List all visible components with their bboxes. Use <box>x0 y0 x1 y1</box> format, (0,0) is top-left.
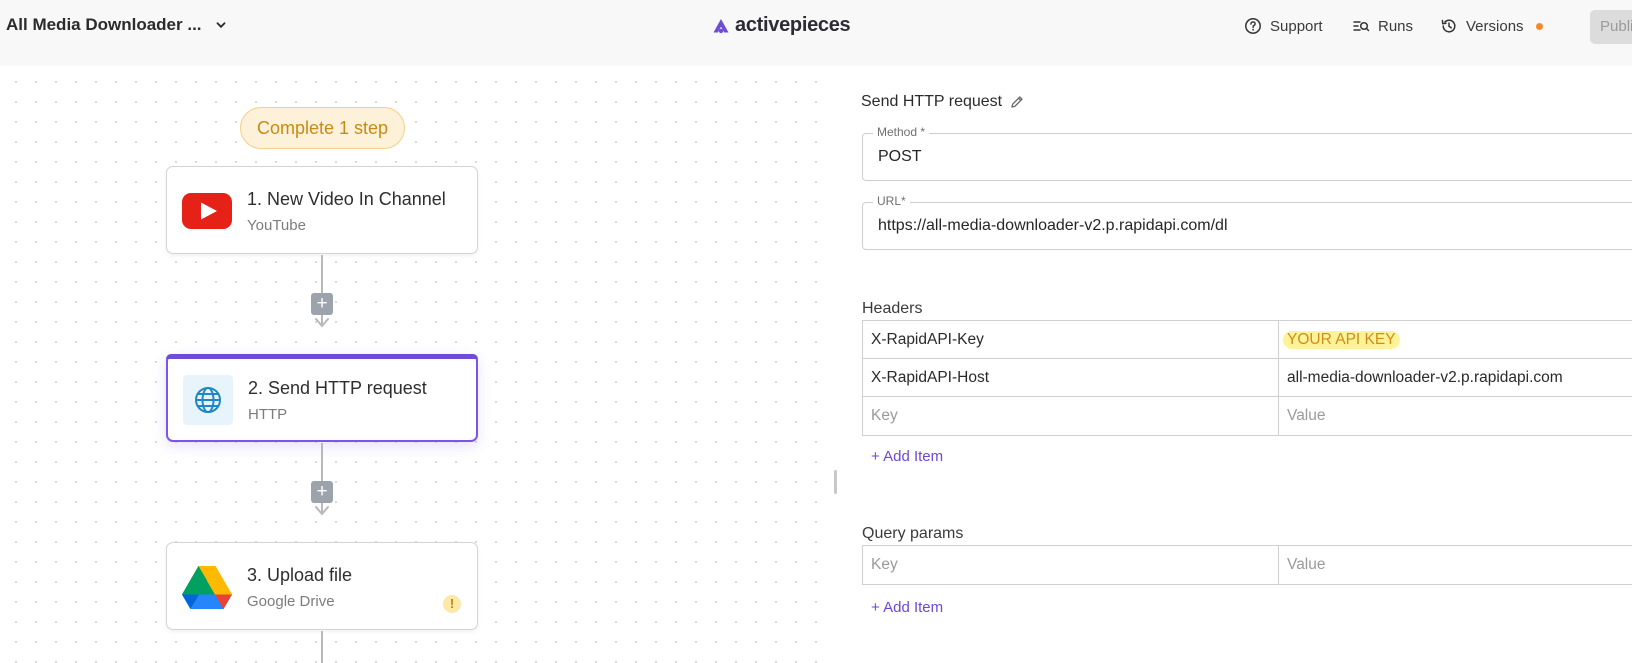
help-circle-icon <box>1245 18 1261 34</box>
method-label: Method * <box>873 125 930 139</box>
add-step-button[interactable]: + <box>311 481 333 503</box>
google-drive-icon <box>182 562 232 612</box>
method-select[interactable]: Method * POST <box>862 125 1632 181</box>
step-card-google-drive[interactable]: 3. Upload file Google Drive ! <box>166 542 478 630</box>
url-input[interactable]: URL* https://all-media-downloader-v2.p.r… <box>862 194 1632 250</box>
chevron-down-icon <box>216 22 225 29</box>
versions-notification-dot <box>1535 22 1543 30</box>
arrow-down-icon <box>315 318 329 328</box>
flow-title-dropdown[interactable]: All Media Downloader ... <box>6 15 226 35</box>
arrow-down-icon <box>315 506 329 516</box>
add-query-param-button[interactable]: + Add Item <box>871 599 943 616</box>
query-key-input[interactable]: Key <box>863 546 1279 584</box>
publish-button[interactable]: Publi <box>1590 10 1632 44</box>
method-value: POST <box>878 148 922 165</box>
brand-logo: activepieces <box>712 14 851 37</box>
connector-line <box>321 631 323 663</box>
versions-label: Versions <box>1466 17 1524 35</box>
activepieces-logo-icon <box>713 18 729 33</box>
headers-label: Headers <box>862 300 923 317</box>
panel-title: Send HTTP request <box>861 93 1003 110</box>
step-subtitle: YouTube <box>247 217 306 234</box>
add-step-button[interactable]: + <box>311 293 333 315</box>
step-card-youtube[interactable]: 1. New Video In Channel YouTube <box>166 166 478 254</box>
query-value-input[interactable]: Value <box>1279 546 1632 584</box>
step-card-http[interactable]: 2. Send HTTP request HTTP <box>166 354 478 442</box>
header-value-input[interactable]: YOUR API KEY <box>1279 321 1632 358</box>
pencil-icon[interactable] <box>1010 95 1024 109</box>
header-row: X-RapidAPI-Host all-media-downloader-v2.… <box>863 359 1632 397</box>
flow-canvas[interactable]: Complete 1 step 1. New Video In Channel … <box>0 66 834 663</box>
step-title: 3. Upload file <box>247 565 353 585</box>
highlighted-value: YOUR API KEY <box>1283 331 1400 349</box>
support-button[interactable]: Support <box>1244 17 1323 35</box>
header-row-empty: Key Value <box>863 397 1632 435</box>
step-title: 2. Send HTTP request <box>248 378 427 398</box>
header-row: X-RapidAPI-Key YOUR API KEY <box>863 321 1632 359</box>
headers-table: X-RapidAPI-Key YOUR API KEY X-RapidAPI-H… <box>862 320 1632 436</box>
add-header-button[interactable]: + Add Item <box>871 448 943 465</box>
query-param-row-empty: Key Value <box>863 546 1632 584</box>
warning-icon: ! <box>443 595 461 613</box>
complete-steps-pill[interactable]: Complete 1 step <box>240 107 405 149</box>
url-label: URL* <box>873 194 910 208</box>
history-icon <box>1441 19 1456 33</box>
runs-button[interactable]: Runs <box>1352 17 1413 35</box>
panel-resize-handle[interactable] <box>834 470 837 494</box>
header-value-input[interactable]: Value <box>1279 397 1632 435</box>
support-label: Support <box>1270 17 1323 35</box>
header-key-input[interactable]: X-RapidAPI-Host <box>863 359 1279 396</box>
step-subtitle: Google Drive <box>247 593 335 610</box>
versions-button[interactable]: Versions <box>1440 17 1543 35</box>
flow-title: All Media Downloader ... <box>6 15 202 34</box>
top-bar: All Media Downloader ... activepieces Su… <box>0 0 1632 66</box>
step-settings-panel: Send HTTP request Method * POST URL* htt… <box>841 66 1632 663</box>
panel-title-row: Send HTTP request <box>861 93 1024 111</box>
runs-label: Runs <box>1378 17 1414 35</box>
step-subtitle: HTTP <box>248 406 288 423</box>
youtube-icon <box>182 186 232 236</box>
runs-list-icon <box>1353 21 1370 32</box>
header-key-input[interactable]: Key <box>863 397 1279 435</box>
query-params-label: Query params <box>862 525 964 542</box>
header-key-input[interactable]: X-RapidAPI-Key <box>863 321 1279 358</box>
query-params-table: Key Value <box>862 545 1632 585</box>
header-value-input[interactable]: all-media-downloader-v2.p.rapidapi.com <box>1279 359 1632 396</box>
brand-name: activepieces <box>735 14 851 36</box>
step-title: 1. New Video In Channel <box>247 189 446 209</box>
globe-icon <box>183 375 233 425</box>
url-value: https://all-media-downloader-v2.p.rapida… <box>878 217 1228 234</box>
